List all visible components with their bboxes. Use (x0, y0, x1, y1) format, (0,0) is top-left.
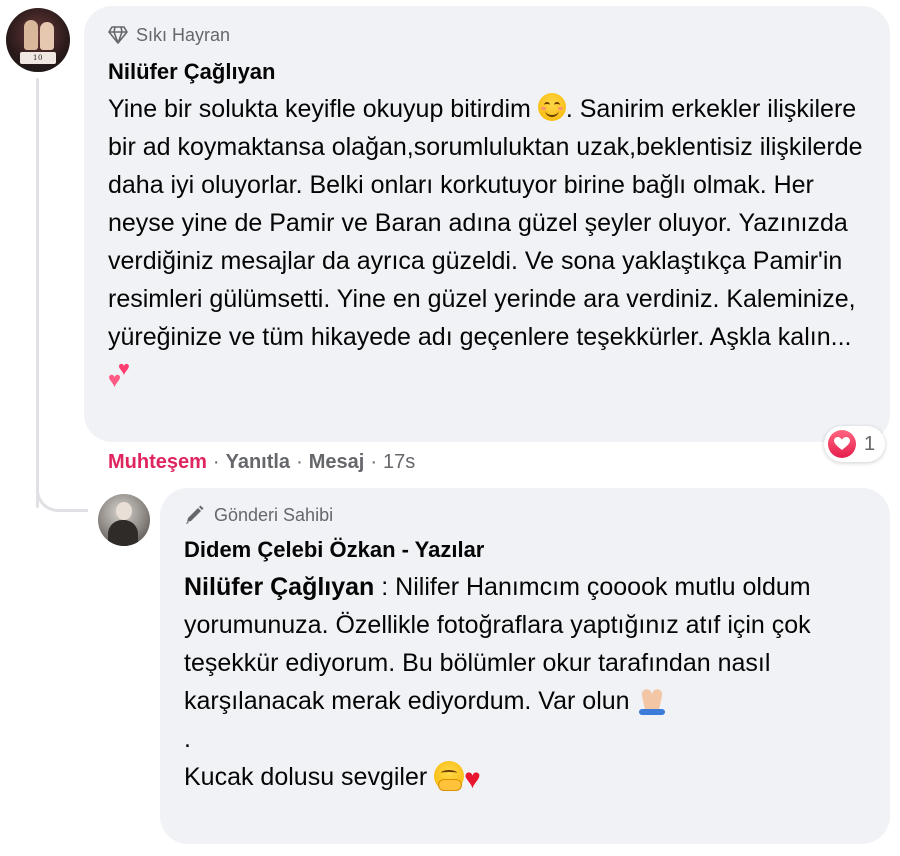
reply-button[interactable]: Yanıtla (226, 451, 290, 474)
comment-text: Yine bir solukta keyifle okuyup bitirdim… (108, 93, 863, 392)
message-button[interactable]: Mesaj (309, 451, 365, 474)
reply-text: Nilüfer Çağlıyan : Nilifer Hanımcım çooo… (184, 573, 811, 794)
avatar-caption: 10 KASIM (20, 52, 56, 72)
reply-bubble: Gönderi Sahibi Didem Çelebi Özkan - Yazı… (160, 488, 890, 844)
folded-hands-emoji-icon (637, 685, 667, 715)
pen-icon (184, 505, 206, 525)
reply-avatar[interactable] (98, 494, 150, 546)
mention-link[interactable]: Nilüfer Çağlıyan (184, 573, 374, 601)
author-badge: Gönderi Sahibi (184, 502, 868, 528)
badge-label: Gönderi Sahibi (214, 504, 334, 525)
comment-author[interactable]: Nilüfer Çağlıyan (108, 56, 868, 88)
comment-bubble: Sıkı Hayran Nilüfer Çağlıyan Yine bir so… (84, 6, 890, 442)
separator: · (212, 450, 220, 473)
timestamp[interactable]: 17s (383, 451, 415, 474)
thread-line (36, 78, 39, 508)
reaction-count-value: 1 (864, 432, 876, 455)
red-heart-emoji-icon: ♥ (464, 763, 481, 794)
thread-branch (36, 480, 88, 512)
avatar[interactable]: 10 KASIM (6, 8, 70, 72)
badge-label: Sıkı Hayran (136, 24, 231, 45)
fan-badge: Sıkı Hayran (108, 22, 868, 48)
separator: · (370, 450, 377, 473)
hugging-face-emoji-icon (434, 761, 465, 791)
diamond-icon (108, 26, 128, 44)
two-hearts-emoji-icon: ♥ ♥ (108, 358, 130, 392)
smiling-face-emoji-icon (537, 93, 566, 121)
love-reaction-icon (828, 430, 856, 458)
comment-actions: Muhteşem · Yanıtla · Mesaj · 17s (108, 448, 415, 476)
reply-author[interactable]: Didem Çelebi Özkan - Yazılar (184, 534, 868, 566)
separator: · (296, 450, 303, 473)
reaction-count[interactable]: 1 (824, 426, 886, 462)
reaction-button[interactable]: Muhteşem (108, 451, 207, 474)
